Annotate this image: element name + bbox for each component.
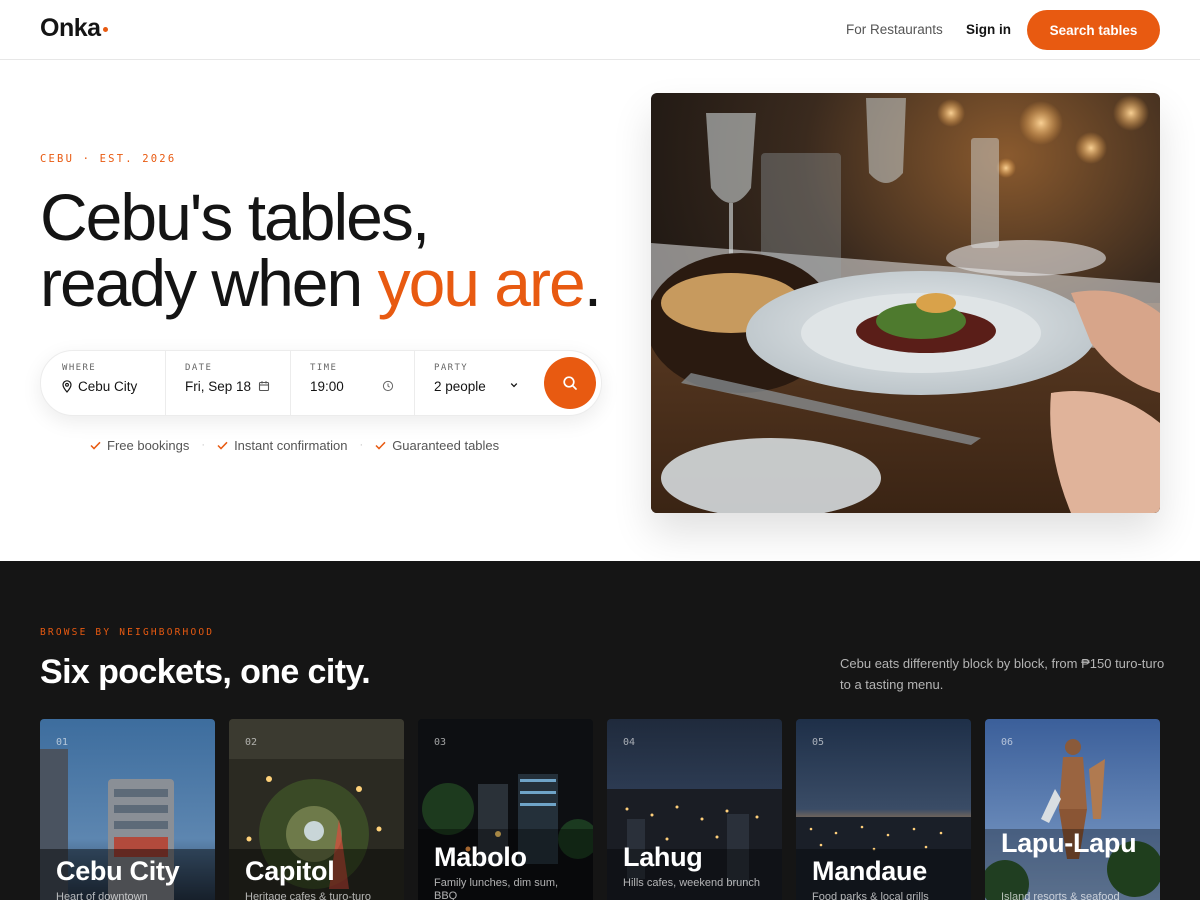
card-number: 04	[623, 737, 636, 748]
card-title: Mandaue	[812, 856, 927, 886]
logo[interactable]: Onka	[40, 14, 108, 43]
perk-label: Guaranteed tables	[392, 437, 500, 453]
nav-sign-in[interactable]: Sign in	[966, 22, 1011, 37]
perk-separator: ·	[359, 439, 364, 451]
where-field[interactable]: WHERE Cebu City	[41, 351, 165, 415]
date-label: DATE	[185, 363, 213, 373]
perk-item: Instant confirmation	[217, 437, 348, 453]
party-label: PARTY	[434, 363, 469, 373]
perk-item: Free bookings	[90, 438, 189, 453]
where-value: Cebu City	[78, 379, 138, 394]
logo-dot	[102, 27, 108, 32]
hero-title-line2: ready when	[40, 246, 378, 320]
map-pin-icon	[62, 380, 72, 393]
perk-label: Instant confirmation	[234, 437, 348, 453]
card-subtitle: Family lunches, dim sum, BBQ	[434, 877, 559, 900]
hero-title-line1: Cebu's tables,	[40, 180, 430, 254]
neighborhood-card-mabolo[interactable]: 03 Mabolo Family lunches, dim sum, BBQ	[418, 719, 593, 900]
date-value: Fri, Sep 18	[185, 379, 252, 394]
card-title: Cebu City	[56, 856, 180, 886]
card-subtitle: Hills cafes, weekend brunch	[623, 877, 760, 889]
neighborhoods-eyebrow: BROWSE BY NEIGHBORHOOD	[40, 627, 215, 638]
hero-title: Cebu's tables, ready when you are.	[40, 184, 602, 316]
hero-title-accent: you are	[377, 246, 586, 320]
search-tables-button[interactable]: Search tables	[1027, 10, 1160, 50]
neighborhood-card-cebu-city[interactable]: 01 Cebu City Heart of downtown	[40, 719, 215, 900]
card-number: 03	[434, 737, 447, 748]
card-number: 06	[1001, 737, 1014, 748]
reservation-search-bar: WHERE Cebu City DATE Fri, Sep 18 TIME 19…	[40, 350, 602, 416]
check-icon	[375, 441, 386, 450]
card-subtitle: Heritage cafes & turo-turo	[245, 891, 371, 900]
chevron-down-icon	[510, 383, 518, 388]
neighborhood-card-capitol[interactable]: 02 Capitol Heritage cafes & turo-turo	[229, 719, 404, 900]
hero-restaurant-photo	[651, 93, 1160, 513]
neighborhood-card-mandaue[interactable]: 05 Mandaue Food parks & local grills	[796, 719, 971, 900]
search-submit-button[interactable]	[544, 357, 596, 409]
party-value: 2 people	[434, 379, 486, 394]
perks-list: Free bookings · Instant confirmation · G…	[90, 437, 499, 453]
site-header: Onka For Restaurants Sign in Search tabl…	[0, 0, 1200, 60]
search-icon	[562, 375, 577, 390]
neighborhood-card-lahug[interactable]: 04 Lahug Hills cafes, weekend brunch	[607, 719, 782, 900]
card-subtitle: Food parks & local grills	[812, 891, 929, 900]
time-value: 19:00	[310, 379, 344, 394]
card-title: Lahug	[623, 842, 703, 872]
neighborhoods-title: Six pockets, one city.	[40, 653, 371, 691]
nav-for-restaurants[interactable]: For Restaurants	[846, 22, 943, 37]
where-label: WHERE	[62, 363, 97, 373]
neighborhoods-description: Cebu eats differently block by block, fr…	[840, 656, 1165, 692]
clock-icon	[382, 380, 394, 392]
card-number: 01	[56, 737, 69, 748]
card-number: 05	[812, 737, 825, 748]
card-title: Mabolo	[434, 842, 527, 872]
card-title: Capitol	[245, 856, 335, 886]
perk-separator: ·	[201, 439, 206, 451]
calendar-icon	[258, 381, 270, 392]
check-icon	[217, 441, 228, 450]
card-title: Lapu-Lapu	[1001, 828, 1137, 858]
time-field[interactable]: TIME 19:00	[291, 351, 414, 415]
time-label: TIME	[310, 363, 338, 373]
perk-label: Free bookings	[107, 437, 190, 453]
check-icon	[90, 441, 101, 450]
date-field[interactable]: DATE Fri, Sep 18	[166, 351, 290, 415]
perk-item: Guaranteed tables	[375, 438, 499, 453]
card-number: 02	[245, 737, 258, 748]
party-field[interactable]: PARTY 2 people	[415, 351, 535, 415]
hero-title-period: .	[583, 246, 602, 320]
hero-eyebrow: CEBU · EST. 2026	[40, 153, 177, 165]
neighborhood-card-lapu-lapu[interactable]: 06 Lapu-Lapu Island resorts & seafood	[985, 719, 1160, 900]
neighborhoods-section: BROWSE BY NEIGHBORHOOD Six pockets, one …	[0, 561, 1200, 900]
card-subtitle: Heart of downtown	[56, 891, 148, 900]
card-subtitle: Island resorts & seafood	[1001, 891, 1120, 900]
